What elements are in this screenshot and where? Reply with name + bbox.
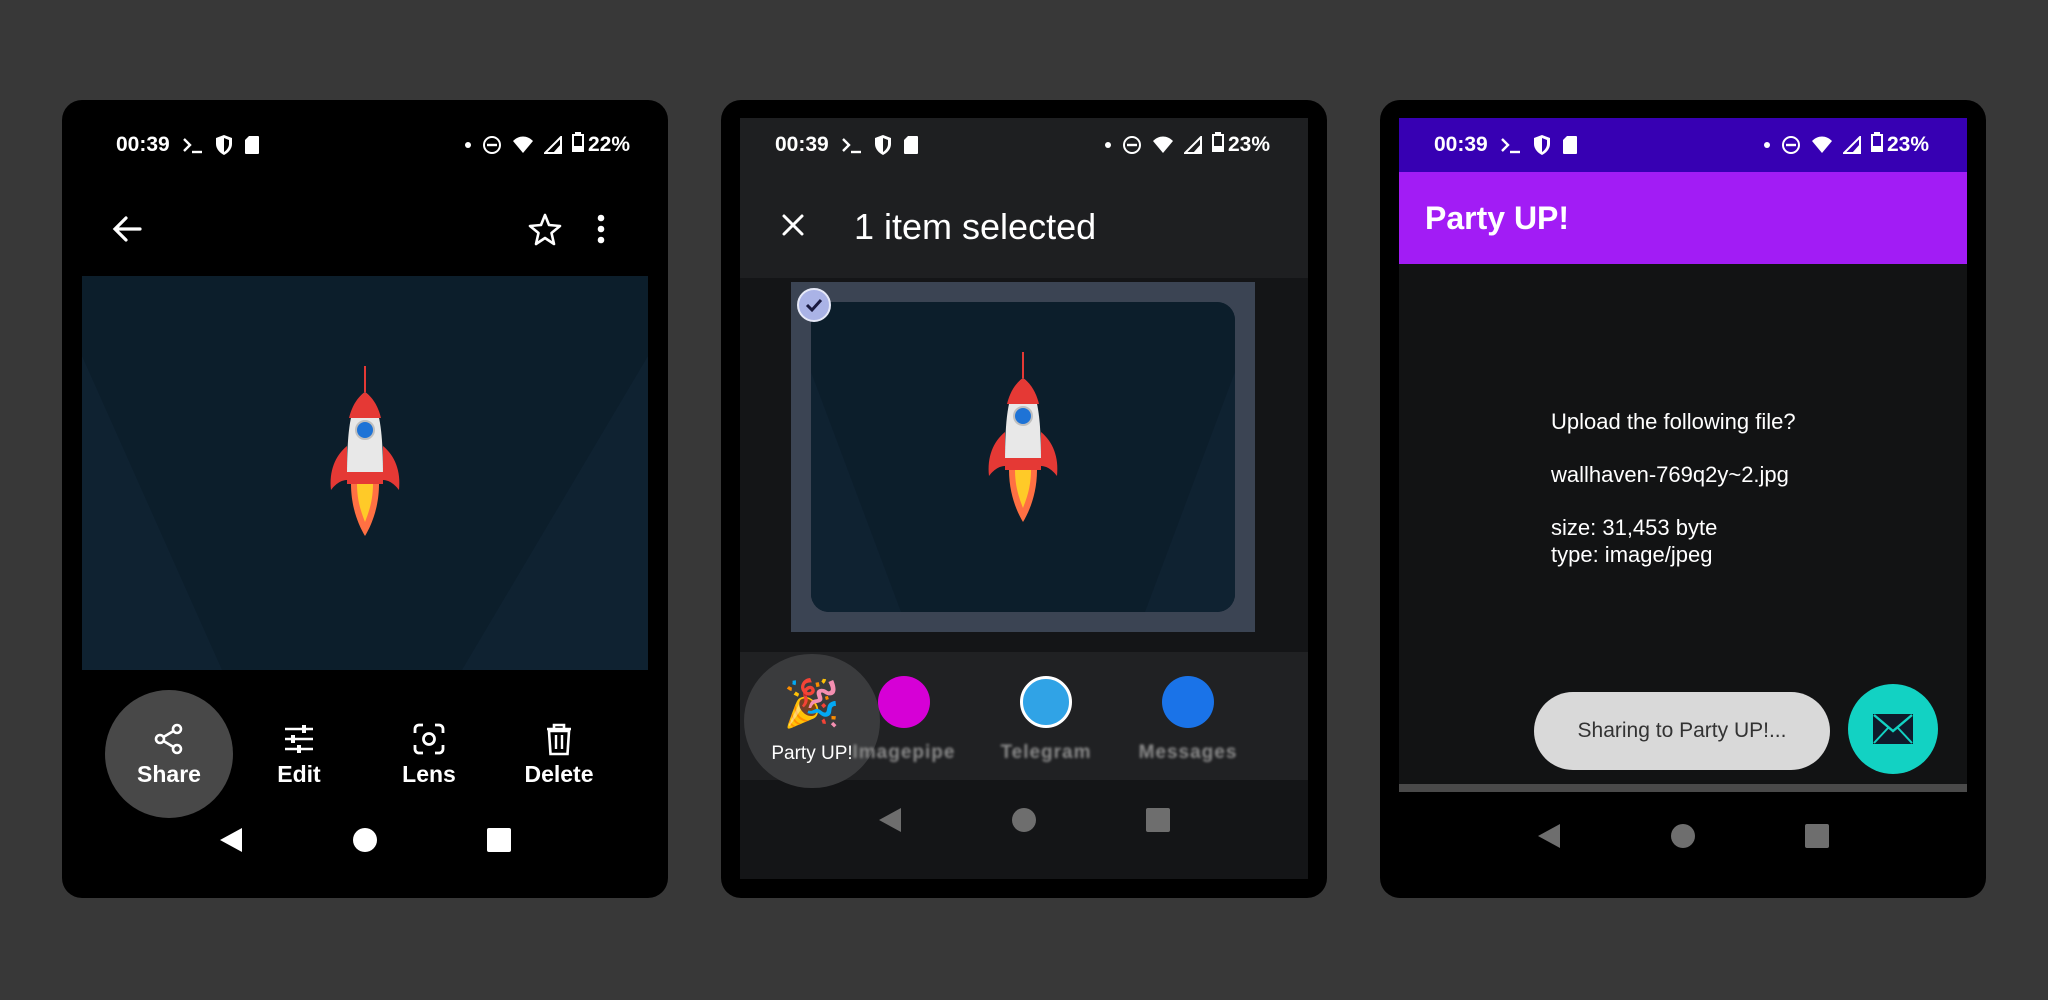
star-icon[interactable]: [520, 204, 570, 254]
nav-back-icon[interactable]: [216, 825, 246, 855]
share-sheet-phone: 00:39 23% 1 item selected 🎉 Party UP! Im…: [721, 100, 1327, 898]
wifi-icon: [512, 136, 534, 154]
share-button[interactable]: Share: [105, 690, 233, 818]
party-up-phone: 00:39 23% Party UP! Upload the following…: [1380, 100, 1986, 898]
shield-icon: [873, 134, 893, 156]
nav-home-icon[interactable]: [350, 825, 380, 855]
sd-card-icon: [903, 135, 919, 155]
selected-check-icon[interactable]: [797, 288, 831, 322]
status-time: 00:39: [1434, 133, 1488, 156]
share-targets-row: 🎉 Party UP! Imagepipe Telegram Messages: [740, 652, 1308, 788]
progress-bar: [1399, 784, 1967, 792]
shield-icon: [1532, 134, 1552, 156]
delete-button[interactable]: Delete: [495, 690, 623, 818]
sd-card-icon: [1562, 135, 1578, 155]
dnd-icon: [1781, 135, 1801, 155]
terminal-icon: [182, 135, 204, 155]
shield-icon: [214, 134, 234, 156]
share-label: Share: [137, 760, 201, 787]
status-bar: 00:39 23%: [1399, 118, 1967, 172]
nav-back-icon[interactable]: [875, 805, 905, 835]
status-bar: 00:39 22%: [62, 118, 668, 172]
signal-icon: [543, 136, 562, 154]
battery-icon: [1211, 132, 1224, 158]
share-target-imagepipe[interactable]: Imagepipe: [836, 652, 972, 788]
lens-icon: [413, 723, 445, 754]
signal-icon: [1842, 136, 1861, 154]
upload-dialog-content: Upload the following file? wallhaven-769…: [1551, 408, 1796, 568]
lens-button[interactable]: Lens: [365, 690, 493, 818]
notification-dot-icon: [1104, 141, 1112, 149]
delete-label: Delete: [524, 760, 594, 787]
share-header: 1 item selected: [740, 172, 1308, 278]
app-icon: [1162, 676, 1214, 728]
viewer-toolbar: [62, 172, 668, 286]
battery-icon: [1870, 132, 1883, 158]
app-icon: [878, 676, 930, 728]
close-icon[interactable]: [770, 202, 816, 248]
signal-icon: [1183, 136, 1202, 154]
trash-icon: [547, 723, 571, 755]
status-time: 00:39: [116, 133, 170, 156]
status-time: 00:39: [775, 133, 829, 156]
edit-label: Edit: [277, 760, 321, 787]
lens-label: Lens: [402, 760, 456, 787]
edit-button[interactable]: Edit: [235, 690, 363, 818]
file-type: type: image/jpeg: [1551, 542, 1713, 567]
notification-dot-icon: [1763, 141, 1771, 149]
notification-dot-icon: [464, 141, 472, 149]
nav-back-icon[interactable]: [1534, 821, 1564, 851]
photo-viewer-phone: 00:39 22% Share Edit Lens Delete: [62, 100, 668, 898]
selected-photo-thumbnail[interactable]: [791, 282, 1255, 632]
wifi-icon: [1811, 136, 1833, 154]
battery-level: 23%: [1227, 133, 1270, 156]
terminal-icon: [841, 135, 863, 155]
party-up-screen: 00:39 23% Party UP! Upload the following…: [1399, 118, 1967, 879]
share-icon: [154, 723, 183, 754]
send-fab[interactable]: [1848, 684, 1938, 774]
nav-home-icon[interactable]: [1009, 805, 1039, 835]
nav-home-icon[interactable]: [1668, 821, 1698, 851]
photo-image[interactable]: [82, 276, 648, 670]
app-icon: [1020, 676, 1072, 728]
file-name: wallhaven-769q2y~2.jpg: [1551, 462, 1789, 487]
back-arrow-icon[interactable]: [102, 204, 152, 254]
more-options-icon[interactable]: [586, 204, 616, 254]
dnd-icon: [482, 135, 502, 155]
status-bar: 00:39 23%: [740, 118, 1308, 172]
share-target-messages[interactable]: Messages: [1120, 652, 1256, 788]
app-bar: Party UP!: [1399, 172, 1967, 264]
battery-level: 23%: [1886, 133, 1929, 156]
viewer-actions: Share Edit Lens Delete: [62, 690, 668, 820]
upload-prompt: Upload the following file?: [1551, 409, 1796, 434]
envelope-icon: [1873, 714, 1913, 744]
share-target-label: Messages: [1138, 742, 1238, 763]
navigation-bar: [62, 810, 668, 870]
party-popper-icon: 🎉: [783, 677, 841, 729]
battery-icon: [571, 132, 584, 158]
navigation-bar: [1399, 792, 1967, 879]
terminal-icon: [1500, 135, 1522, 155]
share-target-label: Telegram: [1000, 742, 1092, 763]
nav-recents-icon[interactable]: [1802, 821, 1832, 851]
app-title: Party UP!: [1425, 200, 1570, 236]
nav-recents-icon[interactable]: [1143, 805, 1173, 835]
battery-level: 22%: [587, 133, 630, 156]
selection-title: 1 item selected: [854, 206, 1097, 247]
sharing-toast: Sharing to Party UP!...: [1534, 692, 1830, 770]
nav-recents-icon[interactable]: [484, 825, 514, 855]
sd-card-icon: [244, 135, 260, 155]
wifi-icon: [1152, 136, 1174, 154]
share-sheet-screen: 00:39 23% 1 item selected 🎉 Party UP! Im…: [740, 118, 1308, 879]
dnd-icon: [1122, 135, 1142, 155]
tune-icon: [285, 724, 313, 753]
share-target-telegram[interactable]: Telegram: [978, 652, 1114, 788]
navigation-bar: [740, 780, 1308, 860]
file-size: size: 31,453 byte: [1551, 515, 1718, 540]
share-target-label: Imagepipe: [852, 742, 956, 763]
